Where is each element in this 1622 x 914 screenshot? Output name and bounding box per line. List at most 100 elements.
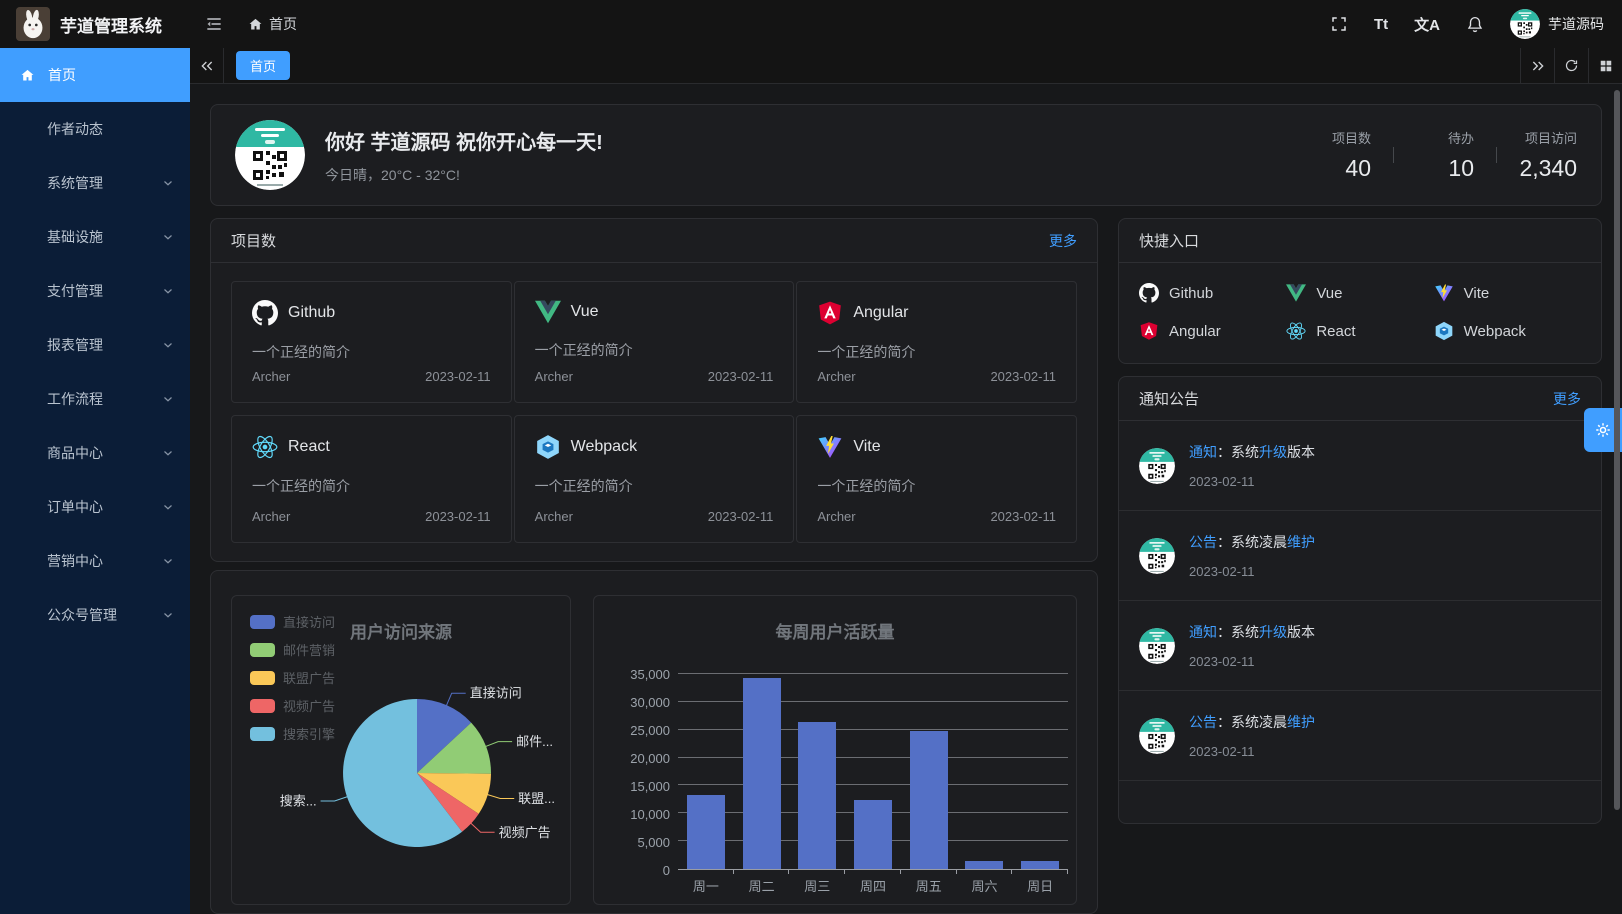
github-icon xyxy=(252,300,278,326)
legend-item[interactable]: 联盟广告 xyxy=(250,668,335,687)
legend-item[interactable]: 直接访问 xyxy=(250,612,335,631)
notice-text: 版本 xyxy=(1287,624,1315,640)
notices-panel-header: 通知公告 更多 xyxy=(1119,377,1601,421)
shortcut-webpack[interactable]: Webpack xyxy=(1434,315,1581,347)
breadcrumb[interactable]: 首页 xyxy=(248,14,297,34)
bar xyxy=(1021,861,1059,869)
pie-slice-label: 联盟... xyxy=(518,791,555,806)
project-author: Archer xyxy=(817,509,855,524)
notice-qr-avatar xyxy=(1139,448,1175,484)
notice-item[interactable]: 通知：系统升级版本 2023-02-11 xyxy=(1119,421,1601,511)
notice-qr-avatar xyxy=(1139,718,1175,754)
tab-options-grid-icon[interactable] xyxy=(1588,48,1622,83)
sidebar-item-label: 首页 xyxy=(48,65,76,85)
sidebar-item-label: 订单中心 xyxy=(47,497,103,517)
sidebar-item-order[interactable]: 订单中心 xyxy=(0,480,190,534)
legend-item[interactable]: 视频广告 xyxy=(250,696,335,715)
stat-value: 40 xyxy=(1313,155,1371,182)
stat-todo: 待办 10 xyxy=(1416,128,1474,182)
webpack-icon xyxy=(535,434,561,460)
sidebar-item-report[interactable]: 报表管理 xyxy=(0,318,190,372)
notice-tag: 公告 xyxy=(1189,714,1217,730)
shortcut-label: Webpack xyxy=(1464,323,1526,340)
notification-bell-icon[interactable] xyxy=(1466,15,1484,33)
language-icon[interactable]: 文A xyxy=(1414,14,1440,35)
tabs-scroll-right-icon[interactable] xyxy=(1520,48,1554,83)
bar-slot xyxy=(1012,674,1068,869)
username: 芋道源码 xyxy=(1548,14,1604,34)
project-name: React xyxy=(288,438,330,456)
tabs-scroll-left-icon[interactable] xyxy=(190,48,224,83)
welcome-stats: 项目数 40 待办 10 项目访问 2,340 xyxy=(1313,128,1577,182)
page-scrollbar[interactable] xyxy=(1614,90,1620,810)
right-column: 快捷入口 Github Vue Vite Angular React Webpa… xyxy=(1118,218,1602,914)
project-card-vue[interactable]: Vue 一个正经的简介 Archer2023-02-11 xyxy=(514,281,795,403)
bar xyxy=(965,861,1003,869)
sidebar-item-official-account[interactable]: 公众号管理 xyxy=(0,588,190,642)
legend-item[interactable]: 搜索引擎 xyxy=(250,724,335,743)
shortcut-react[interactable]: React xyxy=(1286,315,1433,347)
app-logo-area[interactable]: 芋道管理系统 xyxy=(0,7,190,41)
project-author: Archer xyxy=(535,509,573,524)
legend-label: 视频广告 xyxy=(283,696,335,715)
notices-more-link[interactable]: 更多 xyxy=(1553,389,1581,409)
project-card-angular[interactable]: Angular 一个正经的简介 Archer2023-02-11 xyxy=(796,281,1077,403)
project-card-react[interactable]: React 一个正经的简介 Archer2023-02-11 xyxy=(231,415,512,543)
sidebar-item-infra[interactable]: 基础设施 xyxy=(0,210,190,264)
pie-label-leader-line xyxy=(470,823,494,833)
project-card-vite[interactable]: Vite 一个正经的简介 Archer2023-02-11 xyxy=(796,415,1077,543)
project-name: Vue xyxy=(571,303,599,321)
projects-panel-title: 项目数 xyxy=(231,230,276,251)
bar-slot xyxy=(734,674,790,869)
bar xyxy=(743,678,781,869)
project-date: 2023-02-11 xyxy=(425,369,491,384)
notice-item[interactable]: 公告：系统凌晨维护 2023-02-11 xyxy=(1119,511,1601,601)
sidebar-item-payment[interactable]: 支付管理 xyxy=(0,264,190,318)
sidebar-item-author-news[interactable]: 作者动态 xyxy=(0,102,190,156)
sidebar-item-marketing[interactable]: 营销中心 xyxy=(0,534,190,588)
notice-item[interactable]: 通知：系统升级版本 2023-02-11 xyxy=(1119,601,1601,691)
y-axis-tick-label: 0 xyxy=(594,863,670,878)
sidebar-item-system[interactable]: 系统管理 xyxy=(0,156,190,210)
github-icon xyxy=(1139,283,1159,303)
project-desc: 一个正经的简介 xyxy=(817,476,1056,496)
shortcut-vue[interactable]: Vue xyxy=(1286,277,1433,309)
pie-slice-label: 视频广告 xyxy=(499,825,551,840)
pie-slice-label: 直接访问 xyxy=(470,686,522,701)
x-axis-category-label: 周一 xyxy=(678,876,734,898)
font-size-icon[interactable]: Tt xyxy=(1374,16,1388,33)
project-author: Archer xyxy=(252,509,290,524)
project-date: 2023-02-11 xyxy=(990,369,1056,384)
notice-text: ：系统凌晨 xyxy=(1217,714,1287,730)
project-author: Archer xyxy=(535,369,573,384)
sidebar-fold-icon[interactable] xyxy=(204,14,224,34)
shortcut-angular[interactable]: Angular xyxy=(1139,315,1286,347)
notice-item[interactable]: 公告：系统凌晨维护 2023-02-11 xyxy=(1119,691,1601,781)
shortcut-github[interactable]: Github xyxy=(1139,277,1286,309)
legend-item[interactable]: 邮件营销 xyxy=(250,640,335,659)
left-column: 项目数 更多 Github 一个正经的简介 Archer2023-02-11 V… xyxy=(210,218,1098,914)
sidebar-item-label: 基础设施 xyxy=(47,227,103,247)
vue-icon xyxy=(535,300,561,324)
user-menu[interactable]: 芋道源码 xyxy=(1510,9,1604,39)
project-card-github[interactable]: Github 一个正经的简介 Archer2023-02-11 xyxy=(231,281,512,403)
tab-home[interactable]: 首页 xyxy=(236,51,290,80)
shortcuts-panel-header: 快捷入口 xyxy=(1119,219,1601,263)
shortcut-vite[interactable]: Vite xyxy=(1434,277,1581,309)
pie-chart-card: 直接访问 邮件营销 联盟广告 视频广告 搜索引擎 用户访问来源 直接访问邮件..… xyxy=(231,595,571,905)
legend-swatch xyxy=(250,671,275,685)
fullscreen-icon[interactable] xyxy=(1330,15,1348,33)
sidebar-item-product[interactable]: 商品中心 xyxy=(0,426,190,480)
sidebar-item-home[interactable]: 首页 xyxy=(0,48,190,102)
projects-more-link[interactable]: 更多 xyxy=(1049,231,1077,251)
project-desc: 一个正经的简介 xyxy=(252,476,491,496)
project-card-webpack[interactable]: Webpack 一个正经的简介 Archer2023-02-11 xyxy=(514,415,795,543)
notices-panel: 通知公告 更多 通知：系统升级版本 2023-02-11 公告：系统凌晨维护 2… xyxy=(1118,376,1602,824)
project-author: Archer xyxy=(252,369,290,384)
sidebar-item-workflow[interactable]: 工作流程 xyxy=(0,372,190,426)
refresh-icon[interactable] xyxy=(1554,48,1588,83)
bar-plot xyxy=(678,674,1068,870)
notice-title: 公告：系统凌晨维护 xyxy=(1189,712,1315,732)
home-icon xyxy=(20,68,35,83)
chevron-down-icon xyxy=(162,447,174,459)
